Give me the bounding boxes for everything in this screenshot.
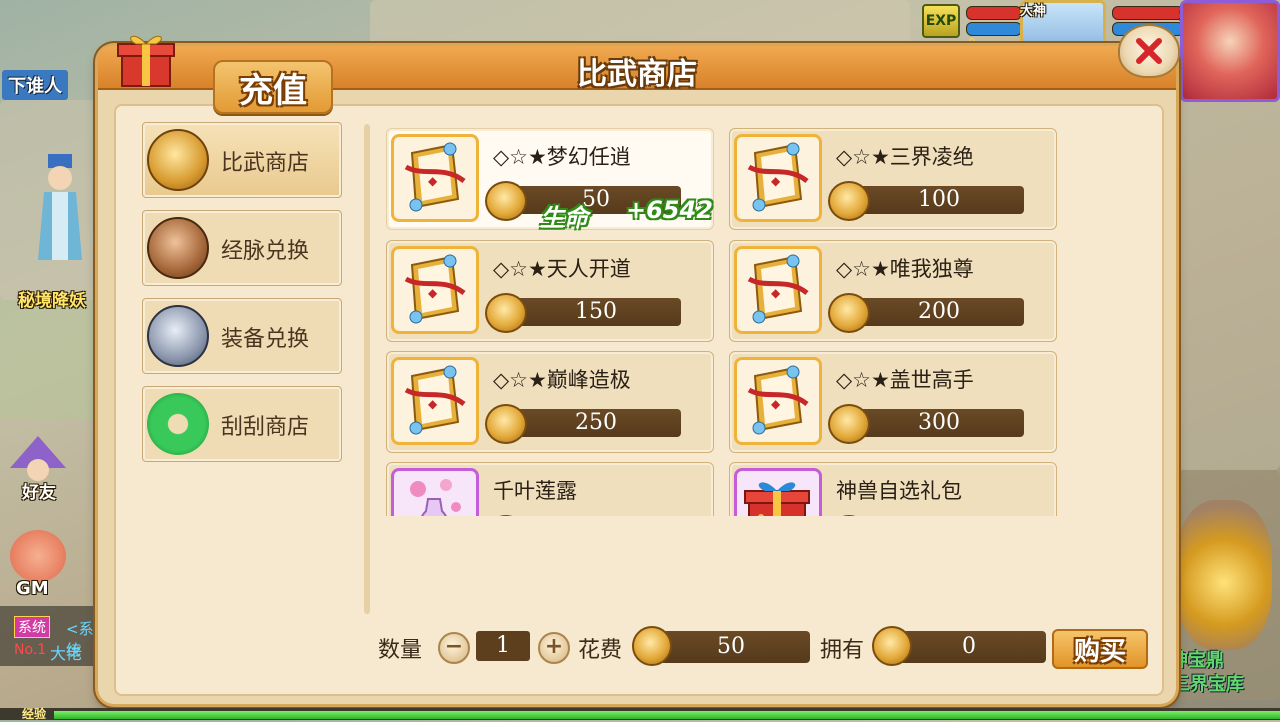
- item-name: ◇☆★盖世高手: [836, 368, 974, 392]
- floating-text-value: +6542: [626, 196, 713, 224]
- close-icon: [1136, 38, 1162, 64]
- recharge-label: 充值: [239, 70, 307, 111]
- svg-text:◆: ◆: [771, 174, 781, 188]
- nav-label: 经脉兑换: [221, 239, 310, 264]
- coin-icon: [828, 181, 870, 221]
- nav-label: 装备兑换: [221, 327, 310, 352]
- player-hp-bar: [1112, 6, 1184, 20]
- coin-icon: [485, 404, 527, 444]
- item-name: 千叶莲露: [493, 479, 577, 503]
- svg-text:◆: ◆: [771, 286, 781, 300]
- minus-button[interactable]: −: [438, 632, 470, 664]
- close-button[interactable]: [1118, 24, 1180, 78]
- svg-text:◆: ◆: [771, 397, 781, 411]
- item-price: 300: [918, 410, 960, 435]
- shop-item[interactable]: ◆ ◇☆★巅峰造极 250: [386, 351, 714, 453]
- bronze-sword-icon: [147, 217, 209, 279]
- scroll-icon: ◆: [391, 357, 479, 445]
- nav-item-equipment-exchange[interactable]: 装备兑换: [142, 298, 342, 374]
- item-price-bar: 150: [511, 298, 681, 326]
- svg-text:◆: ◆: [428, 286, 438, 300]
- shop-item[interactable]: ◆ ◇☆★天人开道 150: [386, 240, 714, 342]
- npc-character[interactable]: [30, 150, 90, 270]
- shop-item[interactable]: ◆ ◇☆★唯我独尊 200: [729, 240, 1057, 342]
- treasure-cauldron-icon[interactable]: [1176, 500, 1272, 650]
- item-price-bar: 300: [854, 409, 1024, 437]
- coin-icon: [828, 404, 870, 444]
- recharge-button[interactable]: 充值: [213, 60, 333, 114]
- item-name: ◇☆★唯我独尊: [836, 257, 974, 281]
- svg-text:◆: ◆: [428, 397, 438, 411]
- scroll-icon: ◆: [734, 246, 822, 334]
- scroll-icon: ◆: [391, 246, 479, 334]
- nav-label: 比武商店: [221, 151, 310, 176]
- floating-text-label: 生命: [540, 204, 588, 232]
- owned-coin-icon: [872, 626, 912, 666]
- owned-value: 0: [892, 631, 1046, 663]
- ally-hp-bar: [966, 6, 1022, 20]
- item-price: 150: [575, 299, 617, 324]
- svg-text:◆: ◆: [428, 174, 438, 188]
- item-name: ◇☆★三界凌绝: [836, 145, 974, 169]
- coin-icon: [485, 181, 527, 221]
- exp-bar-label: 经验: [22, 707, 47, 721]
- player-portrait[interactable]: [1180, 0, 1280, 102]
- item-price: 250: [575, 410, 617, 435]
- item-name: ◇☆★天人开道: [493, 257, 631, 281]
- shop-item[interactable]: ◆ ◇☆★盖世高手 300: [729, 351, 1057, 453]
- item-name: ◇☆★梦幻任逍: [493, 145, 631, 169]
- right-label-2[interactable]: 三界宝库: [1172, 670, 1244, 696]
- scroll-icon: ◆: [734, 134, 822, 222]
- shop-item[interactable]: ◆ ◇☆★三界凌绝 100: [729, 128, 1057, 230]
- nav-item-scratch-shop[interactable]: 刮刮商店: [142, 386, 342, 462]
- gm-avatar-icon[interactable]: [10, 530, 66, 582]
- item-price-bar: 100: [854, 186, 1024, 214]
- exp-bar-fill: [54, 711, 1280, 719]
- cost-label: 花费: [578, 638, 623, 663]
- nav-divider: [364, 124, 370, 614]
- item-name: 神兽自选礼包: [836, 479, 962, 503]
- left-banner-text: 下谁人: [2, 70, 68, 100]
- chat-user: 大佬: [50, 644, 83, 663]
- silver-sword-icon: [147, 305, 209, 367]
- buy-label: 购买: [1073, 636, 1126, 667]
- cost-coin-icon: [632, 626, 672, 666]
- owned-label: 拥有: [820, 638, 865, 663]
- quantity-input[interactable]: 1: [476, 631, 530, 661]
- item-price: 200: [918, 299, 960, 324]
- item-price: 100: [918, 187, 960, 212]
- buy-button[interactable]: 购买: [1052, 629, 1148, 669]
- gm-label[interactable]: GM: [16, 578, 49, 599]
- chat-prefix: No.1: [14, 642, 47, 658]
- coin-icon: [828, 293, 870, 333]
- ally-name: 大神: [1020, 4, 1047, 19]
- right-label-1[interactable]: 神宝鼎: [1170, 646, 1224, 672]
- npc-name-label[interactable]: 秘境降妖: [18, 286, 86, 311]
- scroll-icon: ◆: [734, 357, 822, 445]
- friends-label[interactable]: 好友: [22, 478, 56, 503]
- item-name: ◇☆★巅峰造极: [493, 368, 631, 392]
- exp-badge[interactable]: EXP: [922, 4, 960, 38]
- crossed-swords-icon: [147, 129, 209, 191]
- friends-icon[interactable]: [8, 434, 68, 484]
- nav-item-meridian-exchange[interactable]: 经脉兑换: [142, 210, 342, 286]
- ally-mp-bar: [966, 22, 1022, 36]
- item-price-bar: 200: [854, 298, 1024, 326]
- chat-box[interactable]: 系统 <系统 No.1 大佬: [0, 606, 98, 666]
- coin-icon: [485, 293, 527, 333]
- scroll-icon: ◆: [391, 134, 479, 222]
- nav-label: 刮刮商店: [221, 415, 310, 440]
- item-price-bar: 250: [511, 409, 681, 437]
- cost-value: 50: [652, 631, 810, 663]
- nav-item-pvp-shop[interactable]: 比武商店: [142, 122, 342, 198]
- jade-ring-icon: [147, 393, 209, 455]
- plus-button[interactable]: +: [538, 632, 570, 664]
- gift-icon[interactable]: [116, 30, 176, 88]
- system-tag: 系统: [14, 616, 50, 638]
- quantity-label: 数量: [378, 638, 423, 663]
